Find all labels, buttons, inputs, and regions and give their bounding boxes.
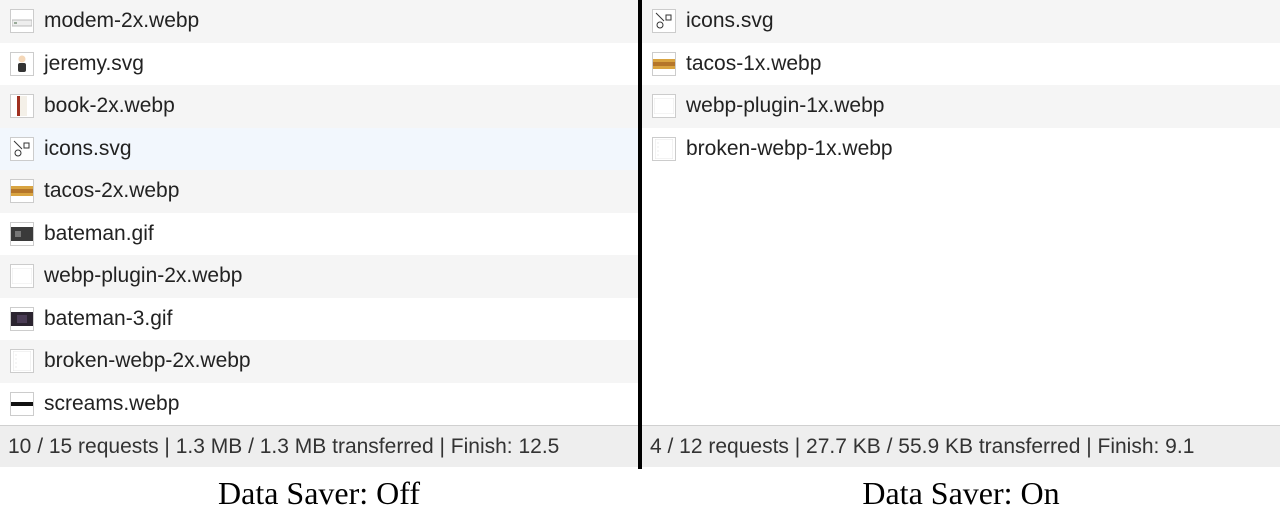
- summary-bar-off: 10 / 15 requests | 1.3 MB / 1.3 MB trans…: [0, 425, 638, 467]
- file-name: webp-plugin-1x.webp: [686, 94, 884, 118]
- tacos-icon: [10, 179, 34, 203]
- blank-icon: [652, 94, 676, 118]
- blank-icon: [10, 264, 34, 288]
- caption-off: Data Saver: Off: [0, 467, 638, 512]
- file-name: icons.svg: [686, 9, 774, 33]
- bar-icon: [10, 392, 34, 416]
- summary-bar-on: 4 / 12 requests | 27.7 KB / 55.9 KB tran…: [642, 425, 1280, 467]
- file-name: webp-plugin-2x.webp: [44, 264, 242, 288]
- empty-space: [642, 170, 1280, 425]
- modem-icon: [10, 9, 34, 33]
- file-row[interactable]: icons.svg: [642, 0, 1280, 43]
- file-row[interactable]: bateman.gif: [0, 213, 638, 256]
- dark1-icon: [10, 222, 34, 246]
- split-container: modem-2x.webp jeremy.svg book-2x.webp icons…: [0, 0, 1280, 512]
- file-list-on: icons.svg tacos-1x.webp webp-plugin-1x.web…: [642, 0, 1280, 170]
- file-name: broken-webp-1x.webp: [686, 137, 893, 161]
- pane-off: modem-2x.webp jeremy.svg book-2x.webp icons…: [0, 0, 638, 512]
- file-name: tacos-2x.webp: [44, 179, 179, 203]
- file-row[interactable]: modem-2x.webp: [0, 0, 638, 43]
- caption-on: Data Saver: On: [642, 467, 1280, 512]
- file-row[interactable]: webp-plugin-1x.webp: [642, 85, 1280, 128]
- file-list-off: modem-2x.webp jeremy.svg book-2x.webp icons…: [0, 0, 638, 425]
- file-row[interactable]: broken-webp-1x.webp: [642, 128, 1280, 171]
- file-row[interactable]: screams.webp: [0, 383, 638, 426]
- pane-on: icons.svg tacos-1x.webp webp-plugin-1x.web…: [642, 0, 1280, 512]
- svg-icon: [10, 137, 34, 161]
- file-row[interactable]: jeremy.svg: [0, 43, 638, 86]
- file-row[interactable]: webp-plugin-2x.webp: [0, 255, 638, 298]
- broken-icon: [652, 137, 676, 161]
- file-name: screams.webp: [44, 392, 179, 416]
- file-row[interactable]: tacos-1x.webp: [642, 43, 1280, 86]
- file-name: bateman.gif: [44, 222, 154, 246]
- file-name: broken-webp-2x.webp: [44, 349, 251, 373]
- file-row[interactable]: broken-webp-2x.webp: [0, 340, 638, 383]
- broken-icon: [10, 349, 34, 373]
- file-row[interactable]: tacos-2x.webp: [0, 170, 638, 213]
- file-row[interactable]: book-2x.webp: [0, 85, 638, 128]
- file-name: bateman-3.gif: [44, 307, 172, 331]
- file-name: book-2x.webp: [44, 94, 175, 118]
- svg-icon: [652, 9, 676, 33]
- file-name: jeremy.svg: [44, 52, 144, 76]
- tacos-icon: [652, 52, 676, 76]
- dark2-icon: [10, 307, 34, 331]
- person-icon: [10, 52, 34, 76]
- file-name: modem-2x.webp: [44, 9, 199, 33]
- file-name: tacos-1x.webp: [686, 52, 821, 76]
- book-icon: [10, 94, 34, 118]
- file-row[interactable]: bateman-3.gif: [0, 298, 638, 341]
- file-name: icons.svg: [44, 137, 132, 161]
- file-row[interactable]: icons.svg: [0, 128, 638, 171]
